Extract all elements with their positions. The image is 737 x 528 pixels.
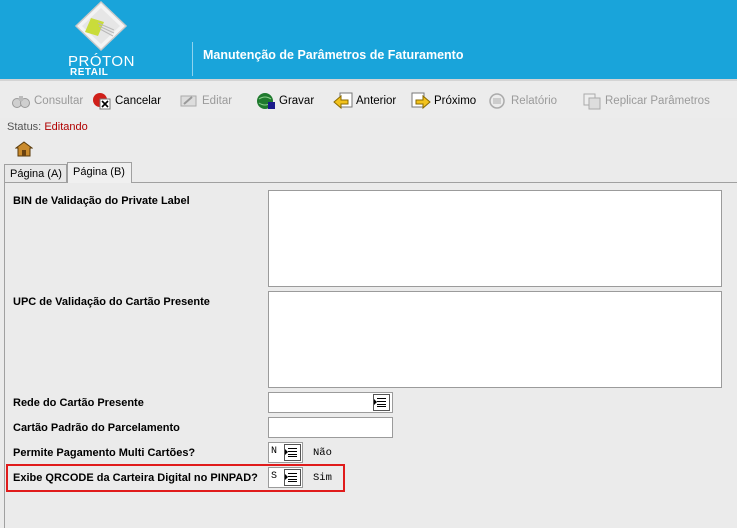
highlight-box xyxy=(6,464,345,492)
cartao-padrao-label: Cartão Padrão do Parcelamento xyxy=(13,422,180,434)
proximo-button[interactable]: Próximo xyxy=(411,91,476,111)
cancelar-label: Cancelar xyxy=(115,95,162,107)
proximo-label: Próximo xyxy=(434,95,477,107)
status-line: Status: Editando xyxy=(7,121,88,133)
tab-pagina-a[interactable]: Página (A) xyxy=(4,164,67,183)
multi-cartoes-picker-icon[interactable] xyxy=(284,444,301,461)
tab-pagina-a-label: Página (A) xyxy=(10,168,62,180)
bin-textarea[interactable] xyxy=(268,190,722,287)
editar-button[interactable]: Editar xyxy=(179,91,232,111)
binoculars-icon xyxy=(12,96,30,108)
app-header: PRÓTON RETAIL Manutenção de Parâmetros d… xyxy=(0,0,737,79)
header-divider xyxy=(192,42,193,76)
rede-label: Rede do Cartão Presente xyxy=(13,397,144,409)
save-globe-icon xyxy=(257,93,275,109)
upc-textarea[interactable] xyxy=(268,291,722,388)
tab-pagina-b[interactable]: Página (B) xyxy=(67,162,132,183)
toolbar: Consultar Cancelar Editar Gravar Anterio… xyxy=(0,79,737,118)
multi-cartoes-label: Permite Pagamento Multi Cartões? xyxy=(13,447,196,459)
cancel-icon xyxy=(93,93,111,110)
relatorio-button[interactable]: Relatório xyxy=(488,91,557,111)
upc-label: UPC de Validação do Cartão Presente xyxy=(13,296,210,308)
bin-label: BIN de Validação do Private Label xyxy=(13,195,190,207)
editar-label: Editar xyxy=(202,95,233,107)
replicar-parametros-button[interactable]: Replicar Parâmetros xyxy=(582,91,710,111)
status-value: Editando xyxy=(44,121,88,133)
relatorio-label: Relatório xyxy=(511,95,558,107)
home-icon[interactable] xyxy=(15,141,33,157)
cancelar-button[interactable]: Cancelar xyxy=(92,91,161,111)
gravar-button[interactable]: Gravar xyxy=(256,91,314,111)
cartao-padrao-input[interactable] xyxy=(268,417,393,438)
report-icon xyxy=(489,93,505,109)
anterior-button[interactable]: Anterior xyxy=(333,91,396,111)
anterior-label: Anterior xyxy=(356,95,397,107)
arrow-left-icon xyxy=(333,92,353,110)
edit-icon xyxy=(180,95,197,107)
arrow-right-icon xyxy=(411,92,431,110)
tab-pagina-b-label: Página (B) xyxy=(73,166,125,178)
replicate-icon xyxy=(583,93,601,110)
logo-subtitle: RETAIL xyxy=(70,67,109,78)
page-title: Manutenção de Parâmetros de Faturamento xyxy=(203,48,464,62)
gravar-label: Gravar xyxy=(279,95,315,107)
consultar-label: Consultar xyxy=(34,95,84,107)
consultar-button[interactable]: Consultar xyxy=(11,91,83,111)
multi-cartoes-desc: Não xyxy=(313,447,332,459)
replicar-label: Replicar Parâmetros xyxy=(605,95,710,107)
status-label: Status: xyxy=(7,121,42,133)
rede-picker-icon[interactable] xyxy=(373,394,390,411)
